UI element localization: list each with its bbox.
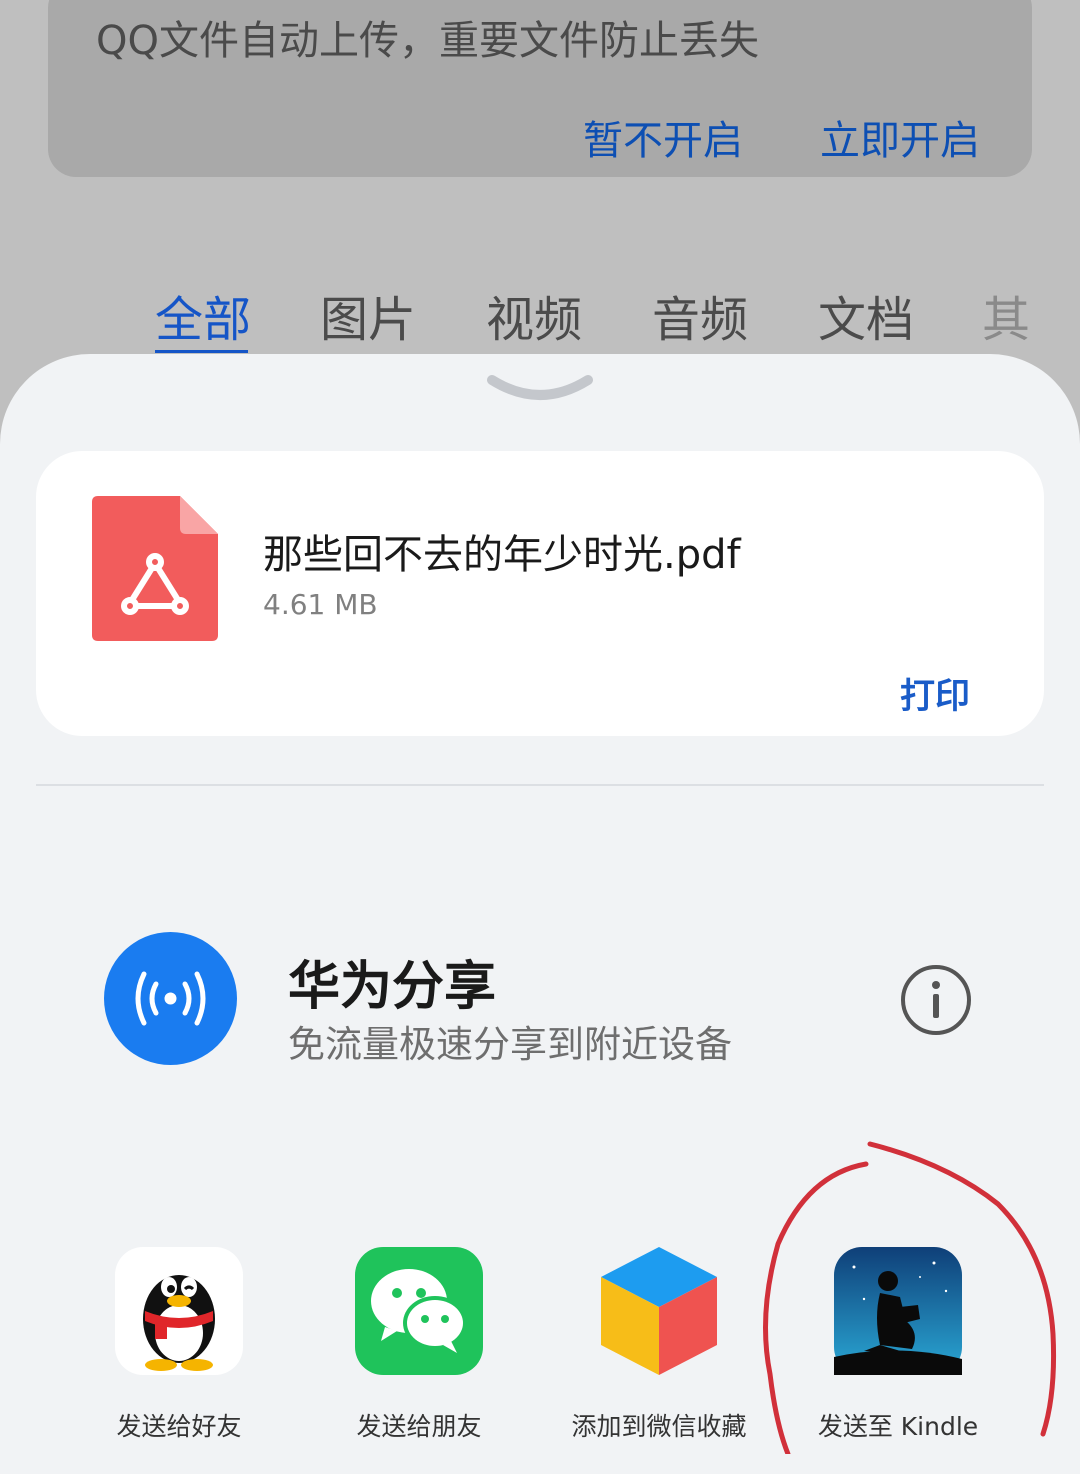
tab-other[interactable]: 其 — [982, 280, 1030, 350]
collapse-chevron-icon[interactable] — [486, 370, 594, 410]
file-name: 那些回不去的年少时光.pdf — [263, 532, 741, 578]
tab-all[interactable]: 全部 — [155, 280, 251, 350]
print-button[interactable]: 打印 — [900, 668, 970, 719]
qq-penguin-icon[interactable] — [115, 1247, 243, 1375]
send-to-friend-label[interactable]: 发送给好友 — [59, 1407, 299, 1443]
tab-documents[interactable]: 文档 — [818, 280, 914, 350]
huawei-share-icon[interactable] — [104, 932, 237, 1065]
huawei-share-title[interactable]: 华为分享 — [288, 944, 496, 1019]
file-category-tabs: 全部 图片 视频 音频 文档 其 — [0, 280, 1080, 355]
not-now-button[interactable]: 暂不开启 — [583, 108, 743, 166]
wechat-icon[interactable] — [355, 1247, 483, 1375]
active-tab-indicator — [155, 350, 248, 353]
info-icon[interactable] — [899, 963, 973, 1037]
tab-audio[interactable]: 音频 — [652, 280, 748, 350]
divider — [36, 784, 1044, 786]
backup-banner-message: QQ文件自动上传，重要文件防止丢失 — [96, 18, 759, 64]
add-to-favorites-label[interactable]: 添加到微信收藏 — [539, 1407, 779, 1443]
huawei-share-subtitle: 免流量极速分享到附近设备 — [288, 1023, 732, 1066]
annotation-circle — [763, 1141, 1057, 1454]
wechat-favorites-cube-icon[interactable] — [595, 1247, 723, 1375]
pdf-file-icon — [92, 496, 218, 641]
file-size: 4.61 MB — [263, 588, 378, 621]
send-to-moments-label[interactable]: 发送给朋友 — [299, 1407, 539, 1443]
tab-videos[interactable]: 视频 — [486, 280, 582, 350]
tab-images[interactable]: 图片 — [320, 280, 416, 350]
enable-now-button[interactable]: 立即开启 — [820, 108, 980, 166]
